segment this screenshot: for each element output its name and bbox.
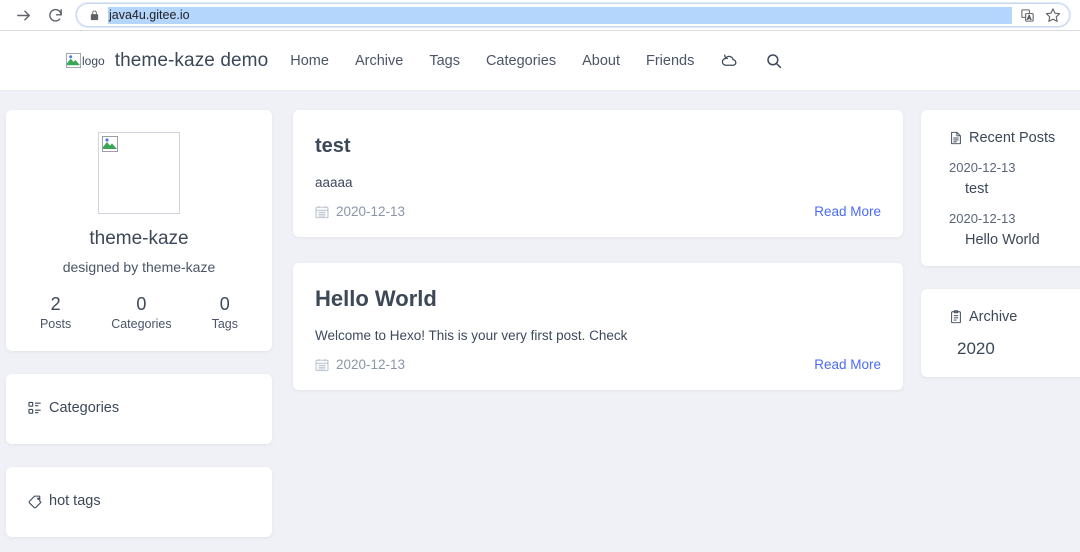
stat-categories-value: 0 bbox=[111, 293, 171, 315]
archive-year-item[interactable]: 2020 bbox=[957, 339, 1080, 359]
document-icon bbox=[949, 131, 963, 145]
stat-categories-label: Categories bbox=[111, 317, 171, 331]
left-sidebar: theme-kaze designed by theme-kaze 2 Post… bbox=[6, 91, 272, 552]
stat-posts[interactable]: 2 Posts bbox=[40, 293, 71, 331]
nav-item-categories[interactable]: Categories bbox=[486, 53, 556, 69]
stat-tags-value: 0 bbox=[212, 293, 238, 315]
brand[interactable]: logo theme-kaze demo bbox=[66, 50, 268, 72]
post-excerpt: Welcome to Hexo! This is your very first… bbox=[315, 327, 881, 345]
stat-posts-label: Posts bbox=[40, 317, 71, 331]
post-date-text: 2020-12-13 bbox=[336, 357, 405, 372]
post-meta: 2020-12-13 Read More bbox=[315, 357, 881, 372]
page-content: theme-kaze designed by theme-kaze 2 Post… bbox=[0, 91, 1080, 552]
recent-item-title[interactable]: test bbox=[965, 181, 1080, 197]
profile-card: theme-kaze designed by theme-kaze 2 Post… bbox=[6, 110, 272, 351]
recent-item-date: 2020-12-13 bbox=[949, 211, 1080, 226]
calendar-icon bbox=[315, 358, 329, 372]
search-icon[interactable] bbox=[765, 52, 783, 70]
translate-icon[interactable]: A bbox=[1020, 8, 1035, 23]
nav-item-archive[interactable]: Archive bbox=[355, 53, 403, 69]
nav-item-friends[interactable]: Friends bbox=[646, 53, 694, 69]
stat-tags[interactable]: 0 Tags bbox=[212, 293, 238, 331]
read-more-link[interactable]: Read More bbox=[814, 357, 881, 372]
clipboard-icon bbox=[949, 310, 963, 324]
stat-tags-label: Tags bbox=[212, 317, 238, 331]
right-sidebar: Recent Posts 2020-12-13 test 2020-12-13 … bbox=[921, 91, 1080, 552]
post-date: 2020-12-13 bbox=[315, 357, 405, 372]
logo-alt-text: logo bbox=[82, 54, 105, 68]
url-text[interactable]: java4u.gitee.io bbox=[108, 7, 1012, 24]
nav-item-home[interactable]: Home bbox=[290, 53, 329, 69]
logo-broken-image-icon bbox=[66, 53, 81, 68]
post-date: 2020-12-13 bbox=[315, 204, 405, 219]
categories-widget[interactable]: Categories bbox=[6, 374, 272, 444]
post-meta: 2020-12-13 Read More bbox=[315, 204, 881, 219]
post-date-text: 2020-12-13 bbox=[336, 204, 405, 219]
url-bar[interactable]: java4u.gitee.io A bbox=[76, 3, 1070, 27]
site-header: logo theme-kaze demo Home Archive Tags C… bbox=[0, 31, 1080, 91]
archive-header: Archive bbox=[949, 309, 1080, 325]
archive-widget: Archive 2020 bbox=[921, 289, 1080, 377]
post-list: test aaaaa 2020 bbox=[293, 91, 903, 552]
main-nav: Home Archive Tags Categories About Frien… bbox=[290, 51, 783, 70]
post-excerpt: aaaaa bbox=[315, 174, 881, 192]
hot-tags-widget-title: hot tags bbox=[49, 493, 101, 509]
hot-tags-widget[interactable]: hot tags bbox=[6, 467, 272, 537]
browser-toolbar: java4u.gitee.io A bbox=[0, 0, 1080, 31]
categories-widget-title: Categories bbox=[49, 400, 119, 416]
recent-posts-title: Recent Posts bbox=[969, 130, 1055, 146]
lock-icon bbox=[89, 9, 100, 22]
categories-grid-icon bbox=[28, 401, 43, 416]
reload-icon[interactable] bbox=[42, 2, 68, 28]
recent-posts-header: Recent Posts bbox=[949, 130, 1080, 146]
avatar-broken-image bbox=[98, 132, 180, 214]
recent-item-title[interactable]: Hello World bbox=[965, 232, 1080, 248]
stat-posts-value: 2 bbox=[40, 293, 71, 315]
forward-arrow-icon[interactable] bbox=[10, 2, 36, 28]
stat-categories[interactable]: 0 Categories bbox=[111, 293, 171, 331]
site-title[interactable]: theme-kaze demo bbox=[115, 50, 269, 72]
profile-name: theme-kaze bbox=[6, 228, 272, 250]
tag-icon bbox=[28, 494, 43, 509]
cloud-moon-icon[interactable] bbox=[720, 51, 739, 70]
profile-description: designed by theme-kaze bbox=[6, 259, 272, 275]
profile-stats: 2 Posts 0 Categories 0 Tags bbox=[6, 293, 272, 331]
read-more-link[interactable]: Read More bbox=[814, 204, 881, 219]
nav-item-tags[interactable]: Tags bbox=[429, 53, 460, 69]
svg-text:A: A bbox=[1027, 15, 1031, 21]
post-card: Hello World Welcome to Hexo! This is you… bbox=[293, 263, 903, 390]
post-card: test aaaaa 2020 bbox=[293, 110, 903, 237]
recent-item-date: 2020-12-13 bbox=[949, 160, 1080, 175]
broken-image-icon bbox=[102, 136, 118, 157]
star-icon[interactable] bbox=[1045, 7, 1061, 23]
nav-item-about[interactable]: About bbox=[582, 53, 620, 69]
calendar-icon bbox=[315, 205, 329, 219]
archive-title: Archive bbox=[969, 309, 1017, 325]
post-title[interactable]: test bbox=[315, 132, 881, 160]
recent-posts-widget: Recent Posts 2020-12-13 test 2020-12-13 … bbox=[921, 110, 1080, 266]
post-title[interactable]: Hello World bbox=[315, 285, 881, 313]
